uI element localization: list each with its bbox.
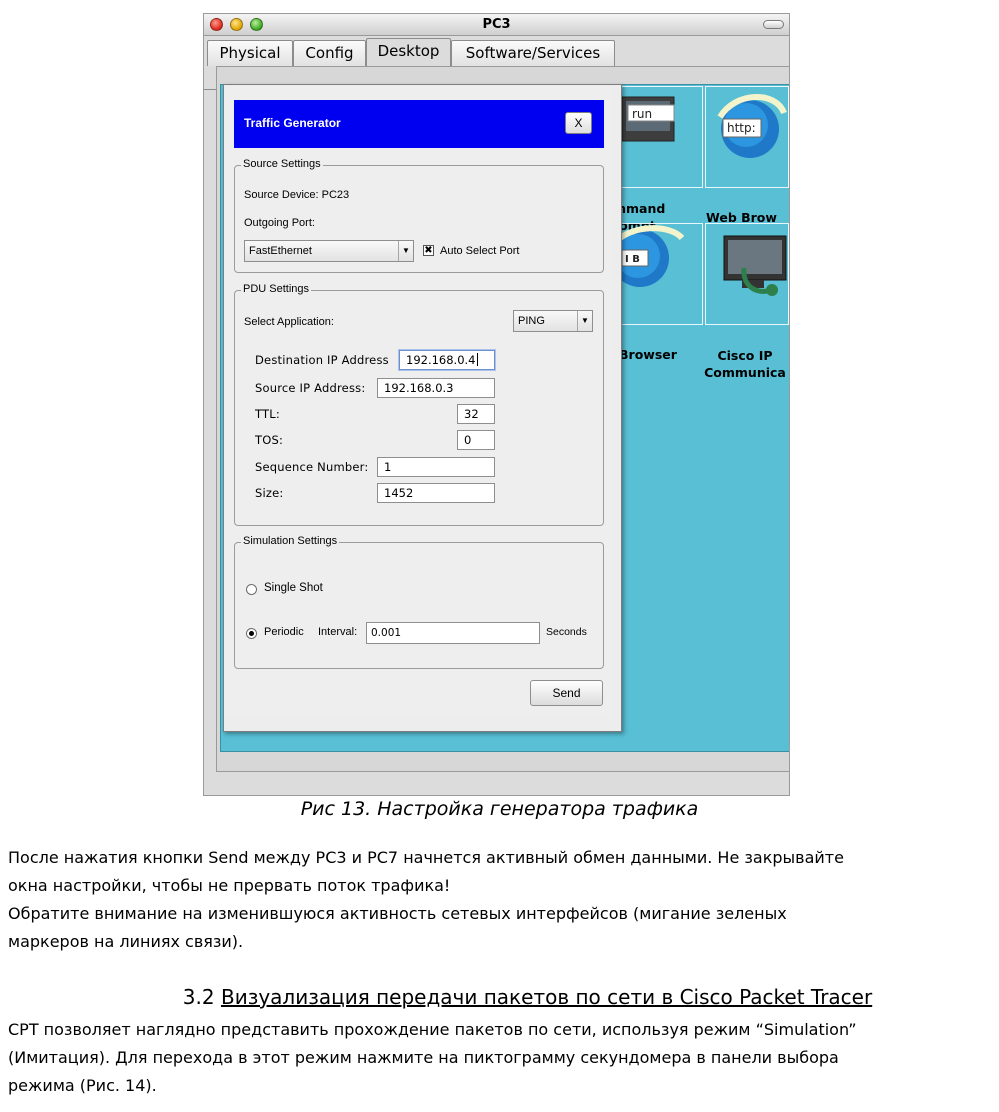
auto-select-port-checkbox[interactable]: ✖ [423, 245, 434, 256]
section-heading: 3.2 Визуализация передачи пакетов по сет… [0, 985, 999, 1009]
mib-thumb-text: I B [625, 254, 640, 265]
source-device-label: Source Device: PC23 [244, 189, 350, 201]
paragraph-2-line-2: маркеров на линиях связи). [8, 932, 244, 951]
mib-browser-app[interactable]: I B [611, 223, 703, 325]
cisco-ip-communicator-app[interactable] [705, 223, 789, 325]
ip-communicator-label: Cisco IP Communica [700, 347, 789, 381]
pdu-settings-group: PDU Settings Select Application: PING ▼ … [234, 283, 604, 526]
size-label: Size: [255, 486, 284, 500]
source-ip-input[interactable]: 192.168.0.3 [377, 378, 495, 398]
auto-select-port-label: Auto Select Port [440, 245, 520, 257]
source-settings-group: Source Settings Source Device: PC23 Outg… [234, 158, 604, 273]
window-titlebar[interactable]: PC3 [204, 14, 789, 36]
interval-input[interactable]: 0.001 [366, 622, 540, 644]
outgoing-port-select[interactable]: FastEthernet ▼ [244, 240, 414, 262]
destination-ip-value: 192.168.0.4 [406, 353, 476, 367]
paragraph-1-line-2: окна настройки, чтобы не прервать поток … [8, 876, 451, 895]
destination-ip-input[interactable]: 192.168.0.4 [399, 350, 495, 370]
close-button[interactable]: X [565, 112, 592, 134]
section-title: Визуализация передачи пакетов по сети в … [220, 985, 873, 1009]
periodic-radio[interactable] [246, 628, 257, 639]
ip-communicator-icon [723, 235, 787, 296]
command-prompt-icon: run [621, 96, 675, 142]
paragraph-3-line-3: режима (Рис. 14). [8, 1076, 157, 1095]
size-input[interactable]: 1452 [377, 483, 495, 503]
destination-ip-label: Destination IP Address [255, 353, 389, 367]
section-number: 3.2 [182, 985, 215, 1009]
source-ip-label: Source IP Address: [255, 381, 366, 395]
tos-input[interactable]: 0 [457, 430, 495, 450]
interval-label: Interval: [318, 626, 358, 638]
select-application-label: Select Application: [244, 316, 334, 328]
source-settings-legend: Source Settings [241, 158, 323, 170]
tab-bar: Physical Config Software/Services Deskto… [204, 38, 789, 90]
cmd-label-line1: mmand [613, 201, 666, 216]
sequence-number-input[interactable]: 1 [377, 457, 495, 477]
figure-caption: Рис 13. Настройка генератора трафика [300, 798, 699, 820]
tab-software-services[interactable]: Software/Services [451, 40, 615, 66]
cmd-thumb-text: run [632, 107, 652, 121]
dialog-title: Traffic Generator [244, 116, 341, 130]
paragraph-3-line-2: (Имитация). Для перехода в этот режим на… [8, 1048, 839, 1067]
dialog-header: Traffic Generator X [234, 100, 604, 148]
tos-label: TOS: [255, 433, 284, 447]
mib-browser-label: Browser [619, 347, 677, 362]
outgoing-port-label: Outgoing Port: [244, 217, 315, 229]
web-thumb-text: http: [727, 121, 756, 135]
mib-browser-icon: I B [611, 225, 685, 287]
single-shot-label: Single Shot [264, 582, 323, 594]
tab-desktop[interactable]: Desktop [366, 38, 451, 66]
ttl-input[interactable]: 32 [457, 404, 495, 424]
command-prompt-app[interactable]: run [619, 86, 703, 188]
application-value: PING [518, 315, 545, 327]
dialog-body: Traffic Generator X Source Settings Sour… [225, 86, 612, 718]
web-browser-app[interactable]: http: [705, 86, 789, 188]
paragraph-1-line-1: После нажатия кнопки Send между PC3 и PC… [8, 848, 844, 867]
paragraph-3-line-1: CPT позволяет наглядно представить прохо… [8, 1020, 857, 1039]
chevron-down-icon: ▼ [577, 311, 592, 331]
toolbar-toggle-icon[interactable] [763, 20, 784, 29]
chevron-down-icon: ▼ [398, 241, 413, 261]
paragraph-2: Обратите внимание на изменившуюся активн… [8, 900, 983, 956]
sequence-number-label: Sequence Number: [255, 460, 369, 474]
text-caret [476, 353, 478, 366]
window-title: PC3 [482, 17, 511, 32]
traffic-generator-dialog: Traffic Generator X Source Settings Sour… [223, 84, 622, 732]
ipc-label-line1: Cisco IP [717, 348, 773, 363]
tab-config[interactable]: Config [293, 40, 366, 66]
periodic-label: Periodic [264, 626, 304, 638]
send-button[interactable]: Send [530, 680, 603, 706]
ttl-label: TTL: [255, 407, 280, 421]
paragraph-2-line-1: Обратите внимание на изменившуюся активн… [8, 904, 787, 923]
ipc-label-line2: Communica [704, 365, 786, 380]
simulation-settings-group: Simulation Settings Single Shot Periodic… [234, 535, 604, 669]
application-select[interactable]: PING ▼ [513, 310, 593, 332]
single-shot-radio[interactable] [246, 584, 257, 595]
pdu-settings-legend: PDU Settings [241, 283, 312, 295]
paragraph-1: После нажатия кнопки Send между PC3 и PC… [8, 844, 983, 900]
seconds-label: Seconds [546, 626, 587, 638]
outgoing-port-value: FastEthernet [249, 245, 312, 257]
simulation-settings-legend: Simulation Settings [241, 535, 340, 547]
web-browser-icon: http: [717, 94, 787, 158]
paragraph-3: CPT позволяет наглядно представить прохо… [8, 1016, 983, 1100]
tab-physical[interactable]: Physical [207, 40, 293, 66]
